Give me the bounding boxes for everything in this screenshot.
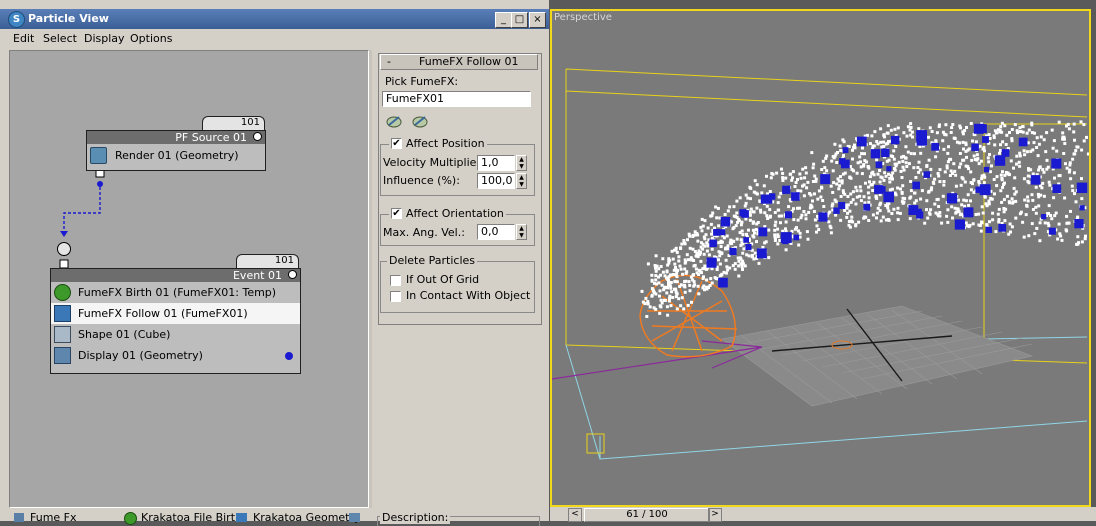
operator-row[interactable]: FumeFX Birth 01 (FumeFX01: Temp) <box>51 282 300 303</box>
operator-label: Render 01 (Geometry) <box>115 149 239 162</box>
velocity-multiplier-spinner[interactable]: ▲ ▼ <box>516 155 527 171</box>
next-frame-button[interactable]: > <box>708 508 722 522</box>
bulb-icon[interactable] <box>253 132 262 141</box>
affect-position-label: Affect Position <box>406 136 485 150</box>
pf-source-title: PF Source 01 <box>175 131 247 144</box>
cube-particles <box>706 123 1088 288</box>
max-ang-vel-spinner[interactable]: ▲ ▼ <box>516 224 527 240</box>
event-title: Event 01 <box>232 269 282 282</box>
maximize-button[interactable]: □ <box>511 12 528 28</box>
time-slider-bar[interactable]: < 61 / 100 > <box>550 507 1096 522</box>
krakatoa-birth-icon <box>124 512 137 525</box>
fumefx-follow-icon <box>54 305 71 322</box>
influence-spinner[interactable]: ▲ ▼ <box>516 173 527 189</box>
display-icon <box>54 347 71 364</box>
display-color-swatch[interactable] <box>285 352 293 360</box>
delete-particles-label: Delete Particles <box>387 254 478 267</box>
particle-cloud <box>640 120 1089 318</box>
event-input-port <box>57 242 71 256</box>
source-mesh <box>639 274 738 358</box>
affect-orientation-header: ✔ Affect Orientation <box>389 206 506 220</box>
operator-label: Shape 01 (Cube) <box>78 328 171 341</box>
collapse-icon[interactable]: - <box>387 55 391 69</box>
pick-fumefx-label: Pick FumeFX: <box>385 75 459 88</box>
operator-row[interactable]: Display 01 (Geometry) <box>51 345 300 366</box>
max-ang-vel-label: Max. Ang. Vel.: <box>383 226 465 239</box>
operator-label: FumeFX Follow 01 (FumeFX01) <box>78 307 248 320</box>
operator-row[interactable]: Shape 01 (Cube) <box>51 324 300 345</box>
pick-list-icon <box>412 116 428 128</box>
depot-item[interactable]: Krakatoa File Birth <box>141 511 242 524</box>
bulb-icon[interactable] <box>288 270 297 279</box>
shape-cube-icon <box>54 326 71 343</box>
wire-dot-top <box>97 181 103 187</box>
event-count-tab: 101 <box>236 254 299 268</box>
influence-field[interactable]: 100,0 <box>477 173 515 189</box>
scene-render <box>552 68 1089 460</box>
influence-label: Influence (%): <box>383 174 460 187</box>
event-wire <box>63 187 101 233</box>
affect-orientation-label: Affect Orientation <box>406 206 504 220</box>
delete-particles-group <box>380 261 535 313</box>
pick-buttons <box>386 116 428 128</box>
velocity-multiplier-field[interactable]: 1,0 <box>477 155 515 171</box>
if-out-of-grid-checkbox[interactable] <box>390 275 401 286</box>
affect-position-header: ✔ Affect Position <box>389 136 487 150</box>
prev-frame-button[interactable]: < <box>568 508 582 522</box>
time-slider[interactable]: 61 / 100 <box>584 508 710 522</box>
rollout-header[interactable]: - FumeFX Follow 01 <box>380 54 538 70</box>
close-button[interactable]: × <box>529 12 546 28</box>
operator-label: Display 01 (Geometry) <box>78 349 203 362</box>
max-ang-vel-field[interactable]: 0,0 <box>477 224 515 240</box>
depot-item[interactable]: Krakatoa Geometry <box>253 511 361 524</box>
depot-item[interactable]: Fume Fx <box>30 511 77 524</box>
pf-source-node[interactable]: PF Source 01 Render 01 (Geometry) <box>86 130 266 171</box>
wire-arrow <box>60 231 68 237</box>
pick-object-icon <box>386 116 402 128</box>
in-contact-checkbox[interactable] <box>390 291 401 302</box>
pf-source-header[interactable]: PF Source 01 <box>87 131 265 144</box>
event-node[interactable]: Event 01 FumeFX Birth 01 (FumeFX01: Temp… <box>50 268 301 374</box>
operator-row[interactable]: Render 01 (Geometry) <box>87 144 265 168</box>
operator-label: FumeFX Birth 01 (FumeFX01: Temp) <box>78 286 277 299</box>
minimize-button[interactable]: _ <box>495 12 512 28</box>
pf-source-count-tab: 101 <box>202 116 265 130</box>
event-input-connector <box>59 259 69 269</box>
home-grid <box>721 305 1034 407</box>
pick-fumefx-field[interactable]: FumeFX01 <box>382 91 531 107</box>
velocity-multiplier-label: Velocity Multiplier: <box>383 156 485 169</box>
source-output-port <box>95 169 105 178</box>
event-header[interactable]: Event 01 <box>51 269 300 282</box>
in-contact-label: In Contact With Object <box>406 289 531 302</box>
depot-bar: Fume Fx Krakatoa File Birth Krakatoa Geo… <box>0 508 372 525</box>
operator-row-selected[interactable]: FumeFX Follow 01 (FumeFX01) <box>51 303 300 324</box>
affect-position-checkbox[interactable]: ✔ <box>391 137 402 149</box>
fumefx-birth-icon <box>54 284 71 301</box>
render-teapot-icon <box>90 147 107 164</box>
rollout-title: FumeFX Follow 01 <box>419 55 519 68</box>
affect-orientation-checkbox[interactable]: ✔ <box>391 207 402 219</box>
description-label: Description: <box>380 511 451 524</box>
wire-layer <box>57 169 105 365</box>
if-out-of-grid-label: If Out Of Grid <box>406 273 480 286</box>
